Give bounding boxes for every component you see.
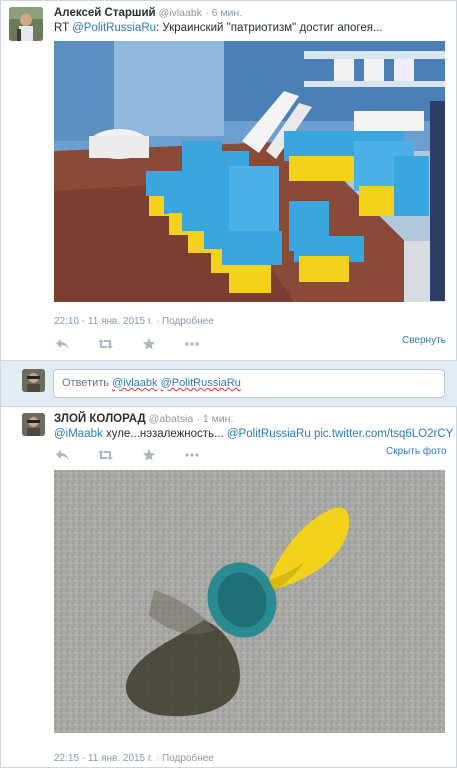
star-icon[interactable] <box>141 337 157 351</box>
retweet-icon[interactable] <box>97 337 113 351</box>
retweet-icon[interactable] <box>97 448 113 462</box>
details-link[interactable]: · Подробнее <box>156 316 214 327</box>
star-icon[interactable] <box>141 448 157 462</box>
hide-photo-link[interactable]: Скрыть фото <box>386 446 447 457</box>
collapse-link[interactable]: Свернуть <box>402 335 446 346</box>
reply-avatar-image <box>22 369 45 392</box>
tweet-timestamp: 22:10 - 11 янв. 2015 г. · Подробнее <box>54 316 214 327</box>
reply-input[interactable]: Ответить @ivlaabk @PolitRussiaRu <box>53 369 445 398</box>
asphalt-photo-image <box>54 470 445 733</box>
tweet-actions <box>54 337 254 351</box>
toilets-photo-image <box>54 41 445 302</box>
author-handle[interactable]: @abatsia <box>149 413 194 425</box>
mention-link[interactable]: @PolitRussiaRu <box>227 428 311 440</box>
avatar-image <box>22 413 45 436</box>
tweet-author[interactable]: ЗЛОЙ КОЛОРАД @abatsia · 1 мин. <box>54 413 233 425</box>
tweet-thread: Алексей Старший @ivlaabk · 6 мин. RT @Pol… <box>0 0 457 768</box>
tweet-text: @iMaabk хуле...нэзалежность... @PolitRus… <box>54 428 453 440</box>
rt-prefix: RT <box>54 22 69 34</box>
reply-placeholder-prefix: Ответить <box>62 377 113 389</box>
reply-mention-2: @PolitRussiaRu <box>160 377 241 389</box>
avatar[interactable] <box>22 413 45 436</box>
reply-icon[interactable] <box>54 448 70 462</box>
details-link[interactable]: · Подробнее <box>156 753 214 764</box>
tweet-timestamp: 22:15 - 11 янв. 2015 г. · Подробнее <box>54 753 214 764</box>
tweet-actions <box>54 448 254 462</box>
author-name[interactable]: Алексей Старший <box>54 7 156 19</box>
reply-avatar <box>22 369 45 392</box>
tweet-body: : Украинский "патриотизм" достиг апогея.… <box>156 22 383 34</box>
more-icon[interactable] <box>184 337 200 351</box>
tweet-time[interactable]: · 1 мин. <box>196 413 233 425</box>
timestamp-text[interactable]: 22:15 - 11 янв. 2015 г. <box>54 753 153 764</box>
tweet-time[interactable]: · 6 мин. <box>205 7 242 19</box>
reply-mention-1: @ivlaabk <box>112 377 158 389</box>
tweet-photo-asphalt[interactable] <box>54 470 445 733</box>
reply-box: Ответить @ivlaabk @PolitRussiaRu <box>1 360 457 407</box>
author-handle[interactable]: @ivlaabk <box>159 7 202 19</box>
pic-link[interactable]: pic.twitter.com/tsq6LO2rCY <box>314 428 453 440</box>
avatar[interactable] <box>9 7 43 41</box>
avatar-image <box>9 7 43 41</box>
tweet-body: хуле...нэзалежность... <box>102 428 224 440</box>
tweet-author[interactable]: Алексей Старший @ivlaabk · 6 мин. <box>54 7 242 19</box>
more-icon[interactable] <box>184 448 200 462</box>
mention-link[interactable]: @PolitRussiaRu <box>72 22 156 34</box>
timestamp-text[interactable]: 22:10 - 11 янв. 2015 г. <box>54 316 153 327</box>
tweet-photo-toilets[interactable] <box>54 41 445 302</box>
author-name[interactable]: ЗЛОЙ КОЛОРАД <box>54 413 146 425</box>
reply-icon[interactable] <box>54 337 70 351</box>
mention-link[interactable]: @iMaabk <box>54 428 103 440</box>
tweet-text: RT @PolitRussiaRu: Украинский "патриотиз… <box>54 22 383 34</box>
